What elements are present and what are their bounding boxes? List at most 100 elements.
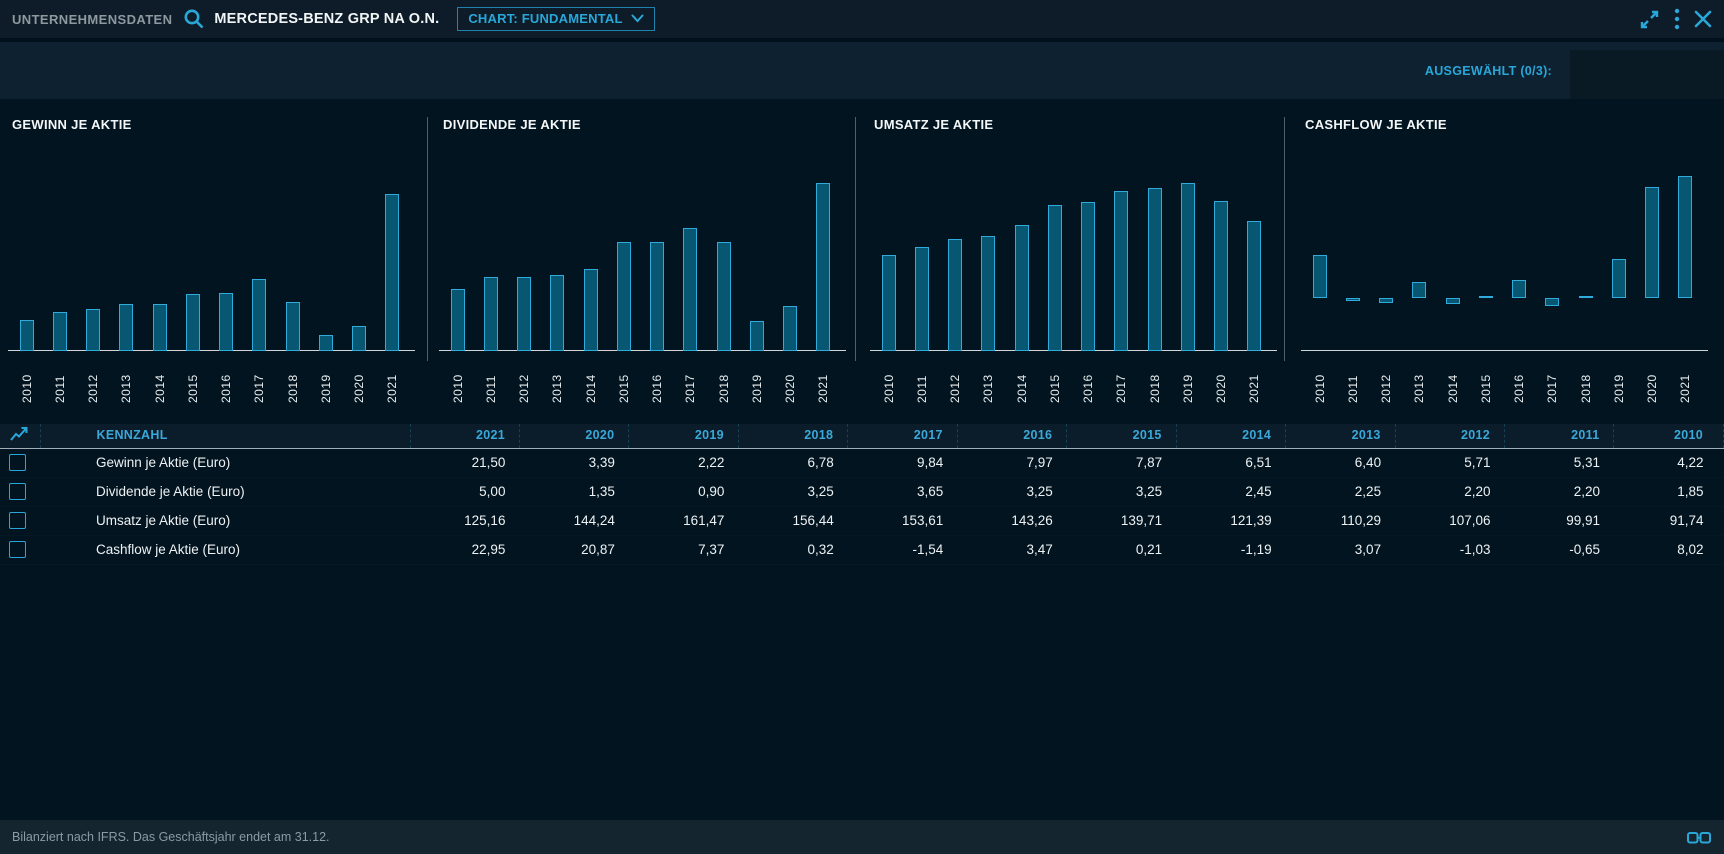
- chart-bar: [1479, 296, 1493, 298]
- chart-x-tick: 2018: [717, 359, 731, 403]
- chart-panel: UMSATZ JE AKTIE 201020112012201320142015…: [862, 99, 1293, 416]
- chart-bar: [186, 294, 200, 351]
- metric-value: 2,20: [1395, 477, 1504, 506]
- chart-bar: [882, 255, 896, 351]
- metric-value: 3,47: [957, 535, 1066, 564]
- chart-bar: [252, 279, 266, 351]
- chart-bar: [1181, 183, 1195, 351]
- metric-value: 8,02: [1614, 535, 1724, 564]
- row-checkbox[interactable]: [9, 541, 26, 558]
- metric-value: 3,07: [1286, 535, 1395, 564]
- metric-value: 3,39: [519, 448, 628, 477]
- chart-x-tick: 2012: [948, 359, 962, 403]
- charts-section: GEWINN JE AKTIE 201020112012201320142015…: [0, 99, 1724, 416]
- chart-x-tick: 2020: [1214, 359, 1228, 403]
- table-row: Dividende je Aktie (Euro)5,001,350,903,2…: [0, 477, 1724, 506]
- instrument-name: MERCEDES-BENZ GRP NA O.N.: [214, 11, 439, 27]
- chart-plot: [1293, 136, 1724, 351]
- year-column-header[interactable]: 2018: [738, 424, 847, 448]
- chart-bar: [1247, 221, 1261, 351]
- year-column-header[interactable]: 2021: [410, 424, 519, 448]
- metric-label: Umsatz je Aktie (Euro): [40, 506, 410, 535]
- chart-bar: [915, 247, 929, 351]
- chart-mode-dropdown[interactable]: CHART: FUNDAMENTAL: [457, 7, 654, 31]
- chart-x-tick: 2016: [219, 359, 233, 403]
- metric-value: 121,39: [1176, 506, 1285, 535]
- chart-title: GEWINN JE AKTIE: [12, 117, 132, 132]
- chart-x-tick: 2021: [385, 359, 399, 403]
- chart-x-tick: 2014: [1015, 359, 1029, 403]
- chart-bar: [617, 242, 631, 351]
- chart-x-tick: 2018: [1579, 359, 1593, 403]
- metric-value: 153,61: [848, 506, 957, 535]
- year-column-header[interactable]: 2019: [629, 424, 738, 448]
- chart-bar: [650, 242, 664, 351]
- go-logo-icon: [1686, 829, 1712, 846]
- chart-bar: [1612, 259, 1626, 298]
- chart-bar: [1446, 298, 1460, 304]
- chart-bar: [1379, 298, 1393, 303]
- year-column-header[interactable]: 2020: [519, 424, 628, 448]
- row-checkbox-cell: [0, 506, 40, 535]
- close-button[interactable]: [1694, 10, 1712, 28]
- metric-value: 7,87: [1067, 448, 1176, 477]
- chart-title: CASHFLOW JE AKTIE: [1305, 117, 1447, 132]
- year-column-header[interactable]: 2012: [1395, 424, 1504, 448]
- chart-bar: [1081, 202, 1095, 351]
- provider-logo-button[interactable]: [1686, 829, 1712, 846]
- more-menu-button[interactable]: [1674, 8, 1680, 30]
- expand-button[interactable]: [1639, 9, 1660, 30]
- chart-x-tick: 2014: [1446, 359, 1460, 403]
- year-column-header[interactable]: 2011: [1505, 424, 1614, 448]
- metric-value: 7,97: [957, 448, 1066, 477]
- panel-divider: [855, 117, 856, 361]
- metric-value: 3,25: [738, 477, 847, 506]
- row-checkbox[interactable]: [9, 483, 26, 500]
- chart-title: DIVIDENDE JE AKTIE: [443, 117, 581, 132]
- chart-x-tick: 2017: [252, 359, 266, 403]
- chart-bar: [385, 194, 399, 351]
- metric-value: 21,50: [410, 448, 519, 477]
- metric-value: 2,22: [629, 448, 738, 477]
- chart-panel: GEWINN JE AKTIE 201020112012201320142015…: [0, 99, 431, 416]
- chart-x-tick: 2012: [517, 359, 531, 403]
- metric-column-header[interactable]: KENNZAHL: [40, 424, 410, 448]
- top-bar-actions: [1639, 8, 1712, 30]
- chart-toggle-header[interactable]: [0, 424, 40, 448]
- chart-title: UMSATZ JE AKTIE: [874, 117, 993, 132]
- accounting-note: Bilanziert nach IFRS. Das Geschäftsjahr …: [12, 830, 330, 844]
- expand-icon: [1639, 9, 1660, 30]
- chart-x-tick: 2017: [1114, 359, 1128, 403]
- chart-x-tick: 2010: [451, 359, 465, 403]
- chart-bar: [1545, 298, 1559, 306]
- metric-value: -1,03: [1395, 535, 1504, 564]
- chart-x-tick: 2011: [1346, 359, 1360, 403]
- chart-plot: [0, 136, 431, 351]
- top-bar: UNTERNEHMENSDATEN MERCEDES-BENZ GRP NA O…: [0, 0, 1724, 38]
- year-column-header[interactable]: 2010: [1614, 424, 1724, 448]
- search-button[interactable]: [182, 7, 206, 31]
- metric-value: 0,21: [1067, 535, 1176, 564]
- chart-bar: [948, 239, 962, 351]
- chart-x-tick: 2010: [882, 359, 896, 403]
- year-column-header[interactable]: 2014: [1176, 424, 1285, 448]
- year-column-header[interactable]: 2015: [1067, 424, 1176, 448]
- panel-divider: [427, 117, 428, 361]
- year-column-header[interactable]: 2016: [957, 424, 1066, 448]
- chart-x-tick: 2010: [1313, 359, 1327, 403]
- row-checkbox[interactable]: [9, 454, 26, 471]
- year-column-header[interactable]: 2013: [1286, 424, 1395, 448]
- metrics-table-section: KENNZAHL 2021202020192018201720162015201…: [0, 416, 1724, 565]
- row-checkbox[interactable]: [9, 512, 26, 529]
- metric-value: 2,25: [1286, 477, 1395, 506]
- chart-x-tick: 2012: [1379, 359, 1393, 403]
- chart-x-tick: 2010: [20, 359, 34, 403]
- line-chart-icon: [10, 425, 30, 442]
- year-column-header[interactable]: 2017: [848, 424, 957, 448]
- chart-bar: [1214, 201, 1228, 351]
- chart-x-tick: 2016: [1081, 359, 1095, 403]
- chart-x-tick: 2012: [86, 359, 100, 403]
- metric-label: Gewinn je Aktie (Euro): [40, 448, 410, 477]
- row-checkbox-cell: [0, 477, 40, 506]
- metric-label: Dividende je Aktie (Euro): [40, 477, 410, 506]
